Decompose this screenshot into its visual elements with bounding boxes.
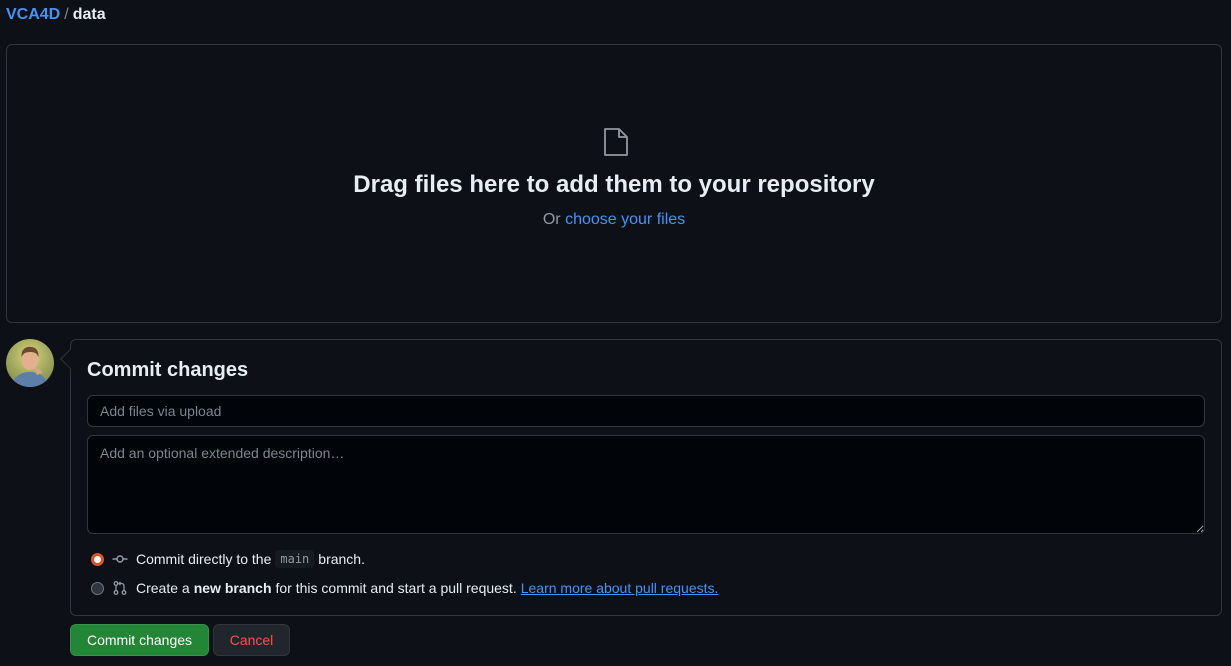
new-branch-option[interactable]: Create a new branch for this commit and … [91,578,718,598]
choose-prefix: Or [542,211,561,228]
choose-files-line: Or choose your files [7,210,1221,230]
new-branch-radio[interactable] [91,581,104,595]
breadcrumb: VCA4D / data [6,5,106,25]
commit-changes-button[interactable]: Commit changes [70,624,209,656]
commit-direct-prefix: Commit directly to the [136,551,272,567]
git-pull-request-icon [113,581,127,595]
breadcrumb-repo-link[interactable]: VCA4D [6,6,60,23]
new-branch-suffix: for this commit and start a pull request… [275,580,517,596]
avatar-image [6,339,54,387]
learn-more-pull-requests-link[interactable]: Learn more about pull requests. [521,580,719,596]
commit-direct-option[interactable]: Commit directly to the main branch. [91,549,365,569]
breadcrumb-current-directory: data [72,6,106,23]
branch-name: main [275,550,315,568]
breadcrumb-separator: / [64,6,69,23]
new-branch-bold: new branch [193,580,272,596]
cancel-button[interactable]: Cancel [213,624,290,656]
file-drop-zone[interactable]: Drag files here to add them to your repo… [6,44,1222,323]
commit-direct-radio[interactable] [91,552,104,566]
file-icon [604,128,628,156]
commit-summary-input[interactable] [87,395,1205,427]
choose-files-link[interactable]: choose your files [565,211,685,228]
commit-form-caret [60,349,80,369]
new-branch-prefix: Create a [136,580,190,596]
commit-description-input[interactable] [87,435,1205,534]
drop-zone-title: Drag files here to add them to your repo… [353,171,875,198]
commit-direct-suffix: branch. [318,551,365,567]
git-commit-icon [112,555,128,563]
commit-title: Commit changes [87,359,249,381]
avatar [6,339,54,387]
commit-form: Commit changes Commit directly to the ma… [60,339,1222,616]
